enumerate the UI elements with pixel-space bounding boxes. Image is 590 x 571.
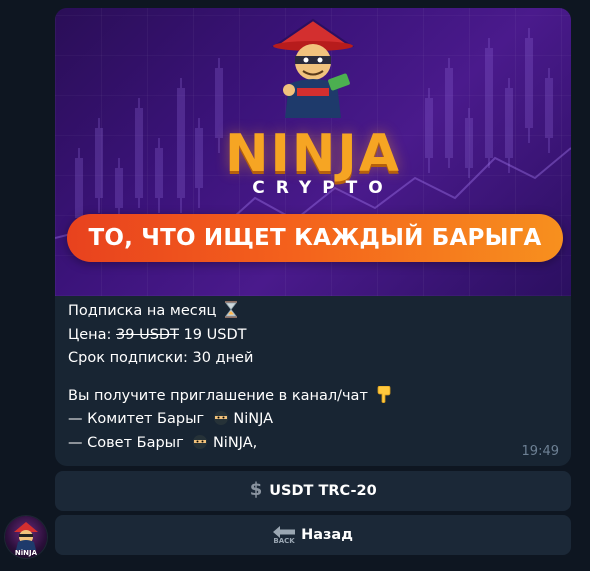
brand-title: NINJA xyxy=(225,124,401,184)
subscription-title: Подписка на месяц xyxy=(68,303,217,319)
promo-banner[interactable]: NINJA CRYPTO ТО, ЧТО ИЩЕТ КАЖДЫЙ БАРЫГА xyxy=(55,8,571,296)
subscription-title-line: Подписка на месяц xyxy=(68,300,558,324)
ninja-icon xyxy=(213,410,229,435)
list-item-suffix: NiNJA xyxy=(233,411,274,427)
back-button-label: Назад xyxy=(301,527,353,543)
list-item-suffix: NiNJA, xyxy=(212,434,258,451)
list-item-text: — Совет Барыг xyxy=(68,434,184,451)
usdt-button-label: USDT TRC-20 xyxy=(269,483,377,499)
message-text: Подписка на месяц Цена: 39 USDT 19 USDT … xyxy=(68,300,558,455)
ninja-icon xyxy=(192,434,208,459)
hourglass-icon xyxy=(224,301,237,327)
term-line: Срок подписки: 30 дней xyxy=(68,350,254,366)
back-icon-text: BACK xyxy=(273,536,295,545)
list-item: — Совет Барыг NiNJA, xyxy=(68,432,558,456)
avatar[interactable]: NiNJA xyxy=(5,516,47,558)
new-price: 19 USDT xyxy=(183,326,247,343)
scrollbar-track xyxy=(582,0,590,571)
brand-subtitle: CRYPTO xyxy=(252,178,394,198)
banner-ribbon: ТО, ЧТО ИЩЕТ КАЖДЫЙ БАРЫГА xyxy=(67,214,563,262)
invite-line: Вы получите приглашение в канал/чат xyxy=(68,385,558,409)
pointing-down-icon xyxy=(377,385,391,412)
back-button[interactable]: BACK Назад xyxy=(55,515,571,555)
svg-text:$: $ xyxy=(250,479,263,499)
price-line: Цена: 39 USDT 19 USDT xyxy=(68,324,558,348)
chat-area: NINJA CRYPTO ТО, ЧТО ИЩЕТ КАЖДЫЙ БАРЫГА … xyxy=(0,0,590,571)
avatar-label: NiNJA xyxy=(15,549,38,557)
message-time: 19:49 xyxy=(521,444,559,459)
list-item: — Комитет Барыг NiNJA xyxy=(68,408,558,432)
message-bubble: NINJA CRYPTO ТО, ЧТО ИЩЕТ КАЖДЫЙ БАРЫГА … xyxy=(55,8,571,466)
dollar-icon: $ xyxy=(249,479,263,503)
invite-text: Вы получите приглашение в канал/чат xyxy=(68,387,368,404)
usdt-trc20-button[interactable]: $ USDT TRC-20 xyxy=(55,471,571,511)
old-price: 39 USDT xyxy=(116,326,179,343)
ninja-mascot-icon xyxy=(271,18,355,118)
price-label: Цена: xyxy=(68,326,112,343)
back-arrow-icon: BACK xyxy=(273,525,296,545)
list-item-text: — Комитет Барыг xyxy=(68,411,205,427)
